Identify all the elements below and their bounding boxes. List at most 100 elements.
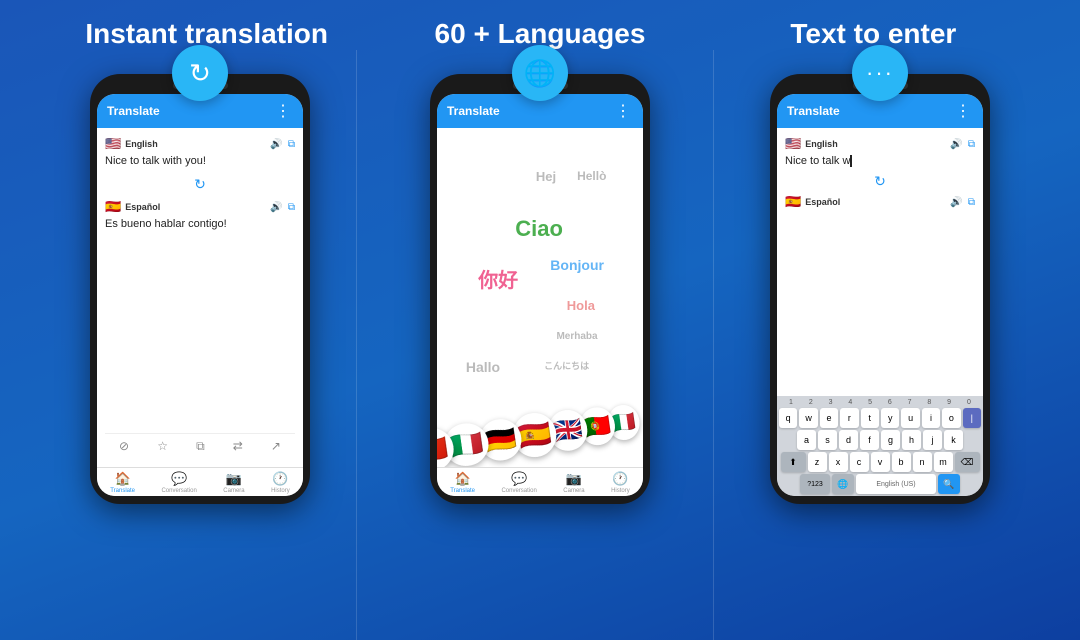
num-7: 7 — [901, 399, 919, 406]
key-space[interactable]: English (US) — [856, 474, 936, 494]
keyboard-number-row: 1 2 3 4 5 6 7 8 9 0 — [779, 399, 981, 408]
phone2-languages-screen: Hej Hellò Ciao 你好 Bonjour Hola Hallo こんに… — [437, 128, 643, 467]
phone1-swap-icon[interactable]: ⇄ — [233, 439, 243, 454]
key-a[interactable]: a — [797, 430, 816, 450]
phones-row: ↻ Translate ⋮ — [0, 50, 1080, 640]
num-0: 0 — [960, 399, 978, 406]
phone1-share-icon[interactable]: ↗ — [271, 439, 281, 454]
key-r[interactable]: r — [840, 408, 858, 428]
phone1-nav-conversation[interactable]: 💬 Conversation — [161, 471, 196, 494]
phone3-menu-dots[interactable]: ⋮ — [955, 101, 973, 121]
key-shift[interactable]: ⬆ — [781, 452, 806, 472]
phone2-nav-translate[interactable]: 🏠 Translate — [450, 471, 475, 494]
phone2-nav-conversation[interactable]: 💬 Conversation — [501, 471, 536, 494]
phone1-target-text: Es bueno hablar contigo! — [105, 218, 295, 230]
globe-icon: 🌐 — [524, 58, 556, 89]
phone1-bottom-toolbar: ⊘ ☆ ⧉ ⇄ ↗ — [105, 433, 295, 459]
phone1-block-icon[interactable]: ⊘ — [119, 439, 129, 454]
num-1: 1 — [782, 399, 800, 406]
key-backspace[interactable]: ⌫ — [955, 452, 980, 472]
word-hej: Hej — [536, 169, 556, 184]
key-y[interactable]: y — [881, 408, 899, 428]
page-container: Instant translation 60 + Languages Text … — [0, 0, 1080, 640]
key-x[interactable]: x — [829, 452, 848, 472]
phone1-star-icon[interactable]: ☆ — [157, 439, 168, 454]
key-v[interactable]: v — [871, 452, 890, 472]
phone3-target-copy[interactable]: ⧉ — [968, 197, 975, 208]
phone1-copy-icon[interactable]: ⧉ — [196, 439, 205, 454]
key-d[interactable]: d — [839, 430, 858, 450]
num-6: 6 — [881, 399, 899, 406]
phone1-source-section: 🇺🇸 English 🔊 ⧉ Nice to talk with you! — [105, 136, 295, 173]
header-row: Instant translation 60 + Languages Text … — [0, 0, 1080, 50]
word-nihao: 你好 — [478, 264, 518, 293]
phone2-nav: 🏠 Translate 💬 Conversation 📷 Camera — [437, 467, 643, 496]
phone1-menu-dots[interactable]: ⋮ — [275, 101, 293, 121]
phone2-frame: Translate ⋮ Hej Hellò Ciao 你好 Bonjour Ho… — [430, 74, 650, 504]
key-e[interactable]: e — [820, 408, 838, 428]
key-z[interactable]: z — [808, 452, 827, 472]
key-cursor[interactable]: | — [963, 408, 981, 428]
key-j[interactable]: j — [923, 430, 942, 450]
num-9: 9 — [940, 399, 958, 406]
phone3-body: 🇺🇸 English 🔊 ⧉ Nice to talk w — [777, 128, 983, 396]
phone1-source-copy[interactable]: ⧉ — [288, 139, 295, 150]
key-s[interactable]: s — [818, 430, 837, 450]
phone3-source-text: Nice to talk w — [785, 155, 975, 167]
phone3-target-flag: 🇪🇸 — [785, 194, 801, 210]
phone1-target-lang-row: 🇪🇸 Español 🔊 ⧉ — [105, 199, 295, 215]
word-hello: Hellò — [577, 169, 606, 183]
phone3-target-lang-row: 🇪🇸 Español 🔊 ⧉ — [785, 194, 975, 210]
key-g[interactable]: g — [881, 430, 900, 450]
phone1-target-copy[interactable]: ⧉ — [288, 202, 295, 213]
key-n[interactable]: n — [913, 452, 932, 472]
phone1-nav-history[interactable]: 🕐 History — [271, 471, 290, 494]
phone1-nav-translate[interactable]: 🏠 Translate — [110, 471, 135, 494]
phone3-source-section: 🇺🇸 English 🔊 ⧉ Nice to talk w — [785, 136, 975, 171]
phone1-source-lang: English — [125, 139, 158, 149]
phone2-nav-camera[interactable]: 📷 Camera — [563, 471, 584, 494]
key-q[interactable]: q — [779, 408, 797, 428]
keyboard-row2: a s d f g h j k — [779, 430, 981, 450]
key-o[interactable]: o — [942, 408, 960, 428]
key-numbers[interactable]: ?123 — [800, 474, 830, 494]
dots-icon-bubble: ··· — [852, 45, 908, 101]
key-w[interactable]: w — [799, 408, 817, 428]
key-t[interactable]: t — [861, 408, 879, 428]
phone3-target-speaker[interactable]: 🔊 — [950, 197, 962, 208]
phone3-app-title: Translate — [787, 104, 840, 118]
phone1-nav-camera[interactable]: 📷 Camera — [223, 471, 244, 494]
phone1-column: ↻ Translate ⋮ — [30, 50, 370, 504]
phone2-menu-dots[interactable]: ⋮ — [615, 101, 633, 121]
key-f[interactable]: f — [860, 430, 879, 450]
phone3-target-section: 🇪🇸 Español 🔊 ⧉ — [785, 194, 975, 213]
phone3-target-lang: Español — [805, 197, 840, 207]
key-globe[interactable]: 🌐 — [832, 474, 854, 494]
key-k[interactable]: k — [944, 430, 963, 450]
phone3-source-copy[interactable]: ⧉ — [968, 139, 975, 150]
key-h[interactable]: h — [902, 430, 921, 450]
key-m[interactable]: m — [934, 452, 953, 472]
phone3-keyboard: 1 2 3 4 5 6 7 8 9 0 q — [777, 396, 983, 496]
phone3-source-speaker[interactable]: 🔊 — [950, 139, 962, 150]
key-b[interactable]: b — [892, 452, 911, 472]
phone1-source-lang-row: 🇺🇸 English 🔊 ⧉ — [105, 136, 295, 152]
phone3-swap: ↻ — [785, 171, 975, 192]
key-u[interactable]: u — [901, 408, 919, 428]
key-search[interactable]: 🔍 — [938, 474, 960, 494]
phone1-screen: Translate ⋮ 🇺🇸 English — [97, 94, 303, 496]
phone2-column: 🌐 Translate ⋮ Hej Hellò Ciao — [370, 50, 710, 504]
phone1-swap: ↻ — [105, 173, 295, 196]
phone3-screen: Translate ⋮ 🇺🇸 English — [777, 94, 983, 496]
word-hallo: Hallo — [466, 359, 500, 375]
keyboard-bottom-row: ?123 🌐 English (US) 🔍 — [779, 474, 981, 494]
phone2-nav-history[interactable]: 🕐 History — [611, 471, 630, 494]
key-i[interactable]: i — [922, 408, 940, 428]
key-c[interactable]: c — [850, 452, 869, 472]
phone1-frame: Translate ⋮ 🇺🇸 English — [90, 74, 310, 504]
keyboard-row1: q w e r t y u i o | — [779, 408, 981, 428]
phone1-target-flag: 🇪🇸 — [105, 199, 121, 215]
phone1-target-speaker[interactable]: 🔊 — [270, 202, 282, 213]
phone1-source-speaker[interactable]: 🔊 — [270, 139, 282, 150]
flags-carousel: 🇨🇳 🇮🇹 🇩🇪 🇪🇸 🇬🇧 🇵🇹 🇮🇹 — [437, 401, 642, 467]
